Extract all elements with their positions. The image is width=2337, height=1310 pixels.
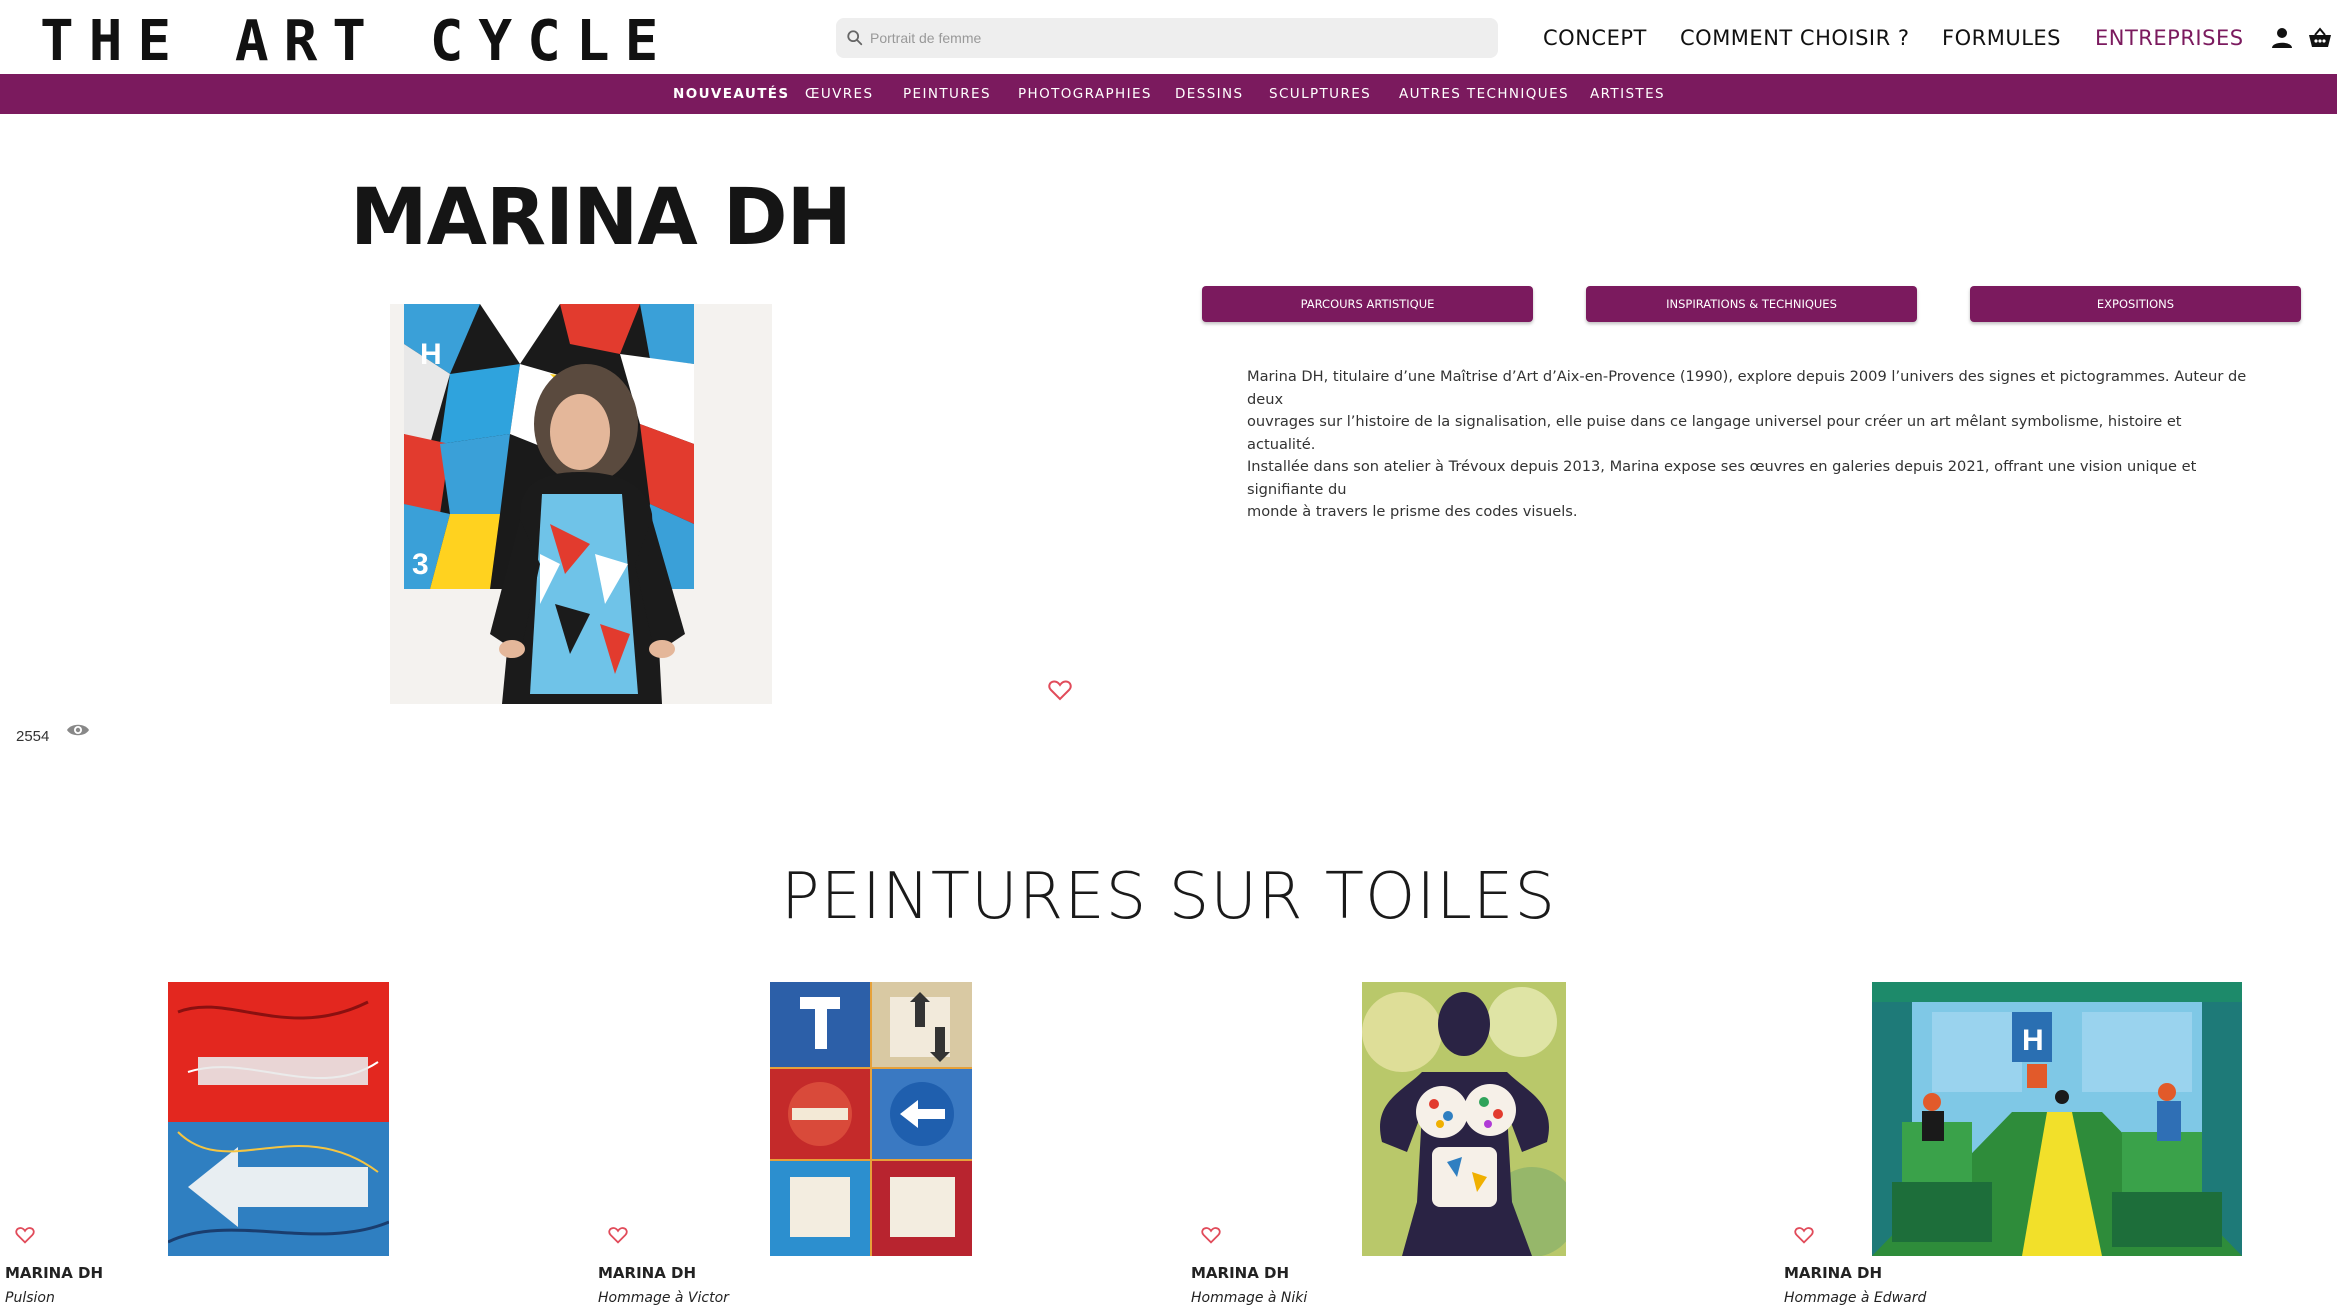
nav-entreprises[interactable]: ENTREPRISES [2095,26,2244,58]
view-count: 2554 [16,728,50,745]
artist-bio: Marina DH, titulaire d’une Maîtrise d’Ar… [1247,366,2247,524]
artwork-title[interactable]: Hommage à Niki [1191,1290,1307,1306]
category-photographies[interactable]: PHOTOGRAPHIES [1018,74,1152,114]
eye-icon [67,724,89,736]
category-bar: NOUVEAUTÉS ŒUVRES PEINTURES PHOTOGRAPHIE… [0,74,2337,114]
svg-text:3: 3 [412,548,429,581]
user-icon[interactable] [2270,26,2294,50]
favorite-heart-icon[interactable] [1201,1226,1221,1244]
category-peintures[interactable]: PEINTURES [903,74,991,114]
category-dessins[interactable]: DESSINS [1175,74,1244,114]
artwork-artist[interactable]: MARINA DH [598,1264,696,1282]
favorite-heart-icon[interactable] [1048,679,1072,701]
nav-comment-choisir[interactable]: COMMENT CHOISIR ? [1680,26,1910,58]
category-sculptures[interactable]: SCULPTURES [1269,74,1371,114]
bio-line: monde à travers le prisme des codes visu… [1247,503,1578,520]
artwork-image-hommage-niki[interactable] [1362,982,1566,1256]
artwork-title[interactable]: Hommage à Edward [1784,1290,1926,1306]
nav-formules[interactable]: FORMULES [1942,26,2061,58]
artwork-artist[interactable]: MARINA DH [1784,1264,1882,1282]
nav-concept[interactable]: CONCEPT [1543,26,1647,58]
svg-text:H: H [420,338,442,371]
artwork-title[interactable]: Pulsion [5,1290,55,1306]
artist-portrait: 3 H [390,304,772,704]
bio-line: Marina DH, titulaire d’une Maîtrise d’Ar… [1247,368,2247,408]
search-icon [847,30,863,46]
artwork-image-hommage-edward[interactable]: H [1872,982,2242,1256]
site-logo[interactable]: THE ART CYCLE [40,10,673,74]
search-bar[interactable] [836,18,1498,58]
basket-icon[interactable] [2308,26,2332,50]
artwork-image-pulsion[interactable] [168,982,389,1256]
artwork-artist[interactable]: MARINA DH [1191,1264,1289,1282]
artwork-artist[interactable]: MARINA DH [5,1264,103,1282]
section-title: PEINTURES SUR TOILES [781,860,1556,934]
tab-expositions[interactable]: EXPOSITIONS [1970,286,2301,322]
bio-line: ouvrages sur l’histoire de la signalisat… [1247,413,2182,453]
favorite-heart-icon[interactable] [608,1226,628,1244]
tab-inspirations-techniques[interactable]: INSPIRATIONS & TECHNIQUES [1586,286,1917,322]
category-autres-techniques[interactable]: AUTRES TECHNIQUES [1399,74,1569,114]
category-nouveautes[interactable]: NOUVEAUTÉS [673,74,790,114]
site-header: THE ART CYCLE CONCEPT COMMENT CHOISIR ? … [0,0,2337,74]
category-artistes[interactable]: ARTISTES [1590,74,1665,114]
svg-text:H: H [2022,1024,2044,1057]
favorite-heart-icon[interactable] [15,1226,35,1244]
artist-name: MARINA DH [350,173,852,263]
bio-line: Installée dans son atelier à Trévoux dep… [1247,458,2197,498]
tab-parcours-artistique[interactable]: PARCOURS ARTISTIQUE [1202,286,1533,322]
artwork-title[interactable]: Hommage à Victor [598,1290,729,1306]
artwork-image-hommage-victor[interactable] [770,982,972,1256]
category-oeuvres[interactable]: ŒUVRES [805,74,873,114]
search-input[interactable] [870,18,1480,58]
favorite-heart-icon[interactable] [1794,1226,1814,1244]
